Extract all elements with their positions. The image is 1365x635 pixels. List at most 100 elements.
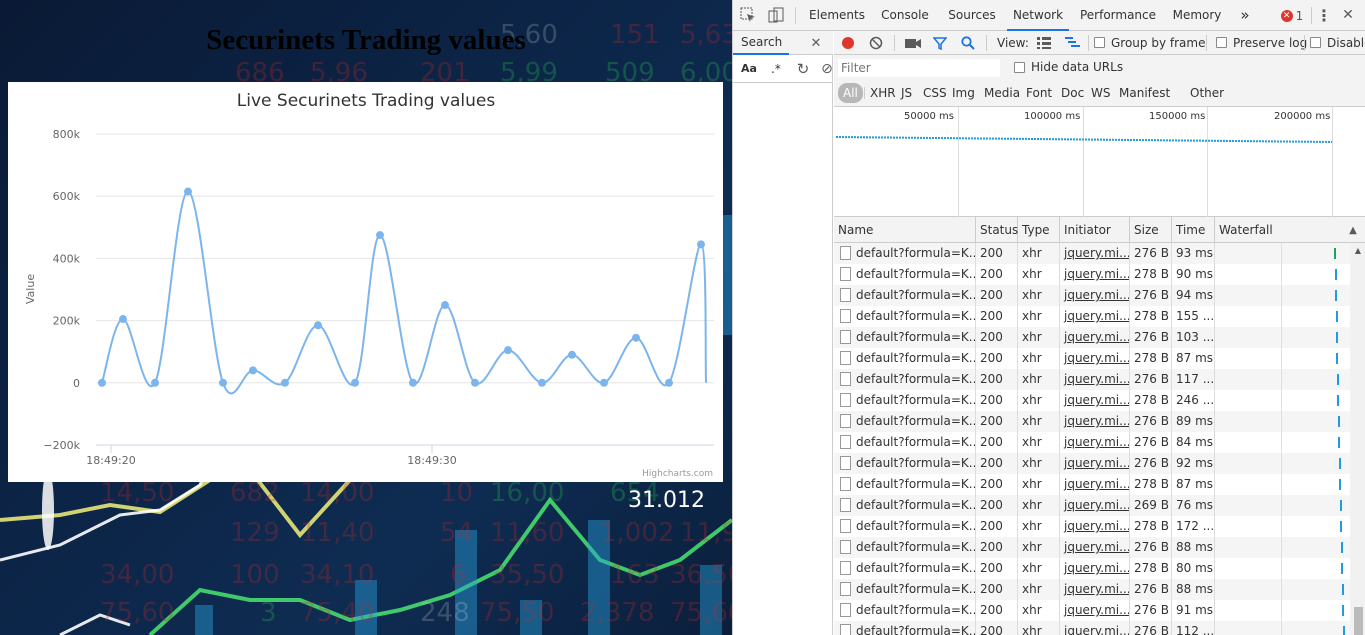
cell-initiator[interactable]: jquery.mi...: [1060, 495, 1130, 516]
table-row[interactable]: default?formula=K... 200 xhr jquery.mi... 27…: [834, 579, 1350, 600]
table-row[interactable]: default?formula=K... 200 xhr jquery.mi... 27…: [834, 348, 1350, 369]
more-tabs-icon[interactable]: »: [1233, 0, 1257, 31]
table-row[interactable]: default?formula=K... 200 xhr jquery.mi... 26…: [834, 495, 1350, 516]
table-row[interactable]: default?formula=K... 200 xhr jquery.mi... 27…: [834, 558, 1350, 579]
column-time[interactable]: Time: [1172, 217, 1215, 243]
cell-initiator[interactable]: jquery.mi...: [1060, 306, 1130, 327]
cell-initiator[interactable]: jquery.mi...: [1060, 432, 1130, 453]
record-icon[interactable]: [840, 35, 856, 51]
filter-type-manifest[interactable]: Manifest: [1116, 83, 1173, 103]
tab-sources[interactable]: Sources: [941, 0, 1003, 31]
screenshot-camera-icon[interactable]: [904, 35, 922, 51]
filter-type-css[interactable]: CSS: [920, 83, 950, 103]
cell-initiator[interactable]: jquery.mi...: [1060, 537, 1130, 558]
tab-network[interactable]: Network: [1007, 0, 1069, 31]
filter-type-img[interactable]: Img: [949, 83, 978, 103]
device-toolbar-icon[interactable]: [767, 6, 785, 24]
table-row[interactable]: default?formula=K... 200 xhr jquery.mi... 27…: [834, 516, 1350, 537]
table-row[interactable]: default?formula=K... 200 xhr jquery.mi... 27…: [834, 285, 1350, 306]
tab-elements[interactable]: Elements: [805, 0, 869, 31]
cell-initiator[interactable]: jquery.mi...: [1060, 516, 1130, 537]
filter-icon[interactable]: [932, 35, 948, 51]
data-point[interactable]: [568, 350, 576, 359]
column-type[interactable]: Type: [1018, 217, 1060, 243]
data-point[interactable]: [184, 187, 192, 196]
clear-icon[interactable]: [868, 35, 884, 51]
data-point[interactable]: [314, 321, 322, 330]
table-row[interactable]: default?formula=K... 200 xhr jquery.mi... 27…: [834, 306, 1350, 327]
table-row[interactable]: default?formula=K... 200 xhr jquery.mi... 27…: [834, 432, 1350, 453]
group-by-frame-checkbox[interactable]: [1094, 37, 1105, 48]
data-point[interactable]: [697, 240, 705, 249]
table-row[interactable]: default?formula=K... 200 xhr jquery.mi... 27…: [834, 369, 1350, 390]
filter-type-other[interactable]: Other: [1187, 83, 1227, 103]
data-point[interactable]: [119, 315, 127, 324]
data-point[interactable]: [249, 366, 257, 375]
table-row[interactable]: default?formula=K... 200 xhr jquery.mi... 27…: [834, 621, 1350, 635]
table-row[interactable]: default?formula=K... 200 xhr jquery.mi... 27…: [834, 264, 1350, 285]
filter-type-xhr[interactable]: XHR: [867, 83, 899, 103]
preserve-log-checkbox[interactable]: [1216, 37, 1227, 48]
tab-console[interactable]: Console: [873, 0, 937, 31]
data-point[interactable]: [409, 378, 417, 387]
cell-initiator[interactable]: jquery.mi...: [1060, 579, 1130, 600]
cell-initiator[interactable]: jquery.mi...: [1060, 390, 1130, 411]
data-point[interactable]: [98, 378, 106, 387]
table-scrollbar[interactable]: ▲: [1350, 243, 1365, 635]
cell-initiator[interactable]: jquery.mi...: [1060, 411, 1130, 432]
tab-performance[interactable]: Performance: [1075, 0, 1161, 31]
tab-search[interactable]: Search: [733, 31, 789, 55]
search-icon[interactable]: [960, 35, 976, 51]
disable-cache-checkbox[interactable]: [1310, 37, 1321, 48]
table-row[interactable]: default?formula=K... 200 xhr jquery.mi... 27…: [834, 453, 1350, 474]
data-point[interactable]: [600, 378, 608, 387]
table-row[interactable]: default?formula=K... 200 xhr jquery.mi... 27…: [834, 474, 1350, 495]
cell-initiator[interactable]: jquery.mi...: [1060, 243, 1130, 264]
data-point[interactable]: [441, 301, 449, 310]
data-point[interactable]: [504, 346, 512, 355]
table-row[interactable]: default?formula=K... 200 xhr jquery.mi... 27…: [834, 390, 1350, 411]
chart-credits[interactable]: Highcharts.com: [642, 469, 713, 479]
timeline-overview[interactable]: 50000 ms 100000 ms 150000 ms 200000 ms: [834, 107, 1365, 217]
data-point[interactable]: [151, 378, 159, 387]
filter-type-media[interactable]: Media: [981, 83, 1023, 103]
column-size[interactable]: Size: [1130, 217, 1172, 243]
column-name[interactable]: Name: [834, 217, 976, 243]
waterfall-view-icon[interactable]: [1064, 35, 1082, 51]
cell-initiator[interactable]: jquery.mi...: [1060, 621, 1130, 635]
cell-initiator[interactable]: jquery.mi...: [1060, 369, 1130, 390]
close-devtools-icon[interactable]: ✕: [1339, 6, 1357, 24]
table-row[interactable]: default?formula=K... 200 xhr jquery.mi... 27…: [834, 327, 1350, 348]
tab-memory[interactable]: Memory: [1165, 0, 1229, 31]
refresh-icon[interactable]: ↻: [795, 60, 811, 78]
cell-initiator[interactable]: jquery.mi...: [1060, 453, 1130, 474]
table-row[interactable]: default?formula=K... 200 xhr jquery.mi... 27…: [834, 600, 1350, 621]
filter-type-js[interactable]: JS: [898, 83, 915, 103]
cancel-search-icon[interactable]: ⊘: [821, 61, 833, 77]
cell-initiator[interactable]: jquery.mi...: [1060, 348, 1130, 369]
data-point[interactable]: [351, 378, 359, 387]
data-point[interactable]: [471, 378, 479, 387]
kebab-menu-icon[interactable]: ⋮: [1316, 6, 1332, 25]
column-status[interactable]: Status: [976, 217, 1018, 243]
data-point[interactable]: [376, 231, 384, 240]
table-row[interactable]: default?formula=K... 200 xhr jquery.mi... 27…: [834, 243, 1350, 264]
filter-type-font[interactable]: Font: [1023, 83, 1055, 103]
sort-ascending-icon[interactable]: ▲: [1346, 223, 1360, 237]
cell-initiator[interactable]: jquery.mi...: [1060, 327, 1130, 348]
filter-input[interactable]: [838, 59, 1000, 77]
cell-initiator[interactable]: jquery.mi...: [1060, 474, 1130, 495]
data-point[interactable]: [538, 378, 546, 387]
column-waterfall[interactable]: Waterfall: [1215, 217, 1365, 243]
table-row[interactable]: default?formula=K... 200 xhr jquery.mi... 27…: [834, 537, 1350, 558]
cell-initiator[interactable]: jquery.mi...: [1060, 285, 1130, 306]
data-point[interactable]: [281, 378, 289, 387]
inspect-element-icon[interactable]: [739, 6, 757, 24]
table-row[interactable]: default?formula=K... 200 xhr jquery.mi... 27…: [834, 411, 1350, 432]
hide-data-urls-checkbox[interactable]: [1014, 62, 1025, 73]
scrollbar-thumb[interactable]: [1354, 607, 1363, 635]
scroll-up-icon[interactable]: ▲: [1353, 245, 1363, 255]
match-case-toggle[interactable]: Aa: [741, 57, 757, 81]
large-rows-icon[interactable]: [1036, 35, 1052, 51]
data-point[interactable]: [632, 333, 640, 342]
